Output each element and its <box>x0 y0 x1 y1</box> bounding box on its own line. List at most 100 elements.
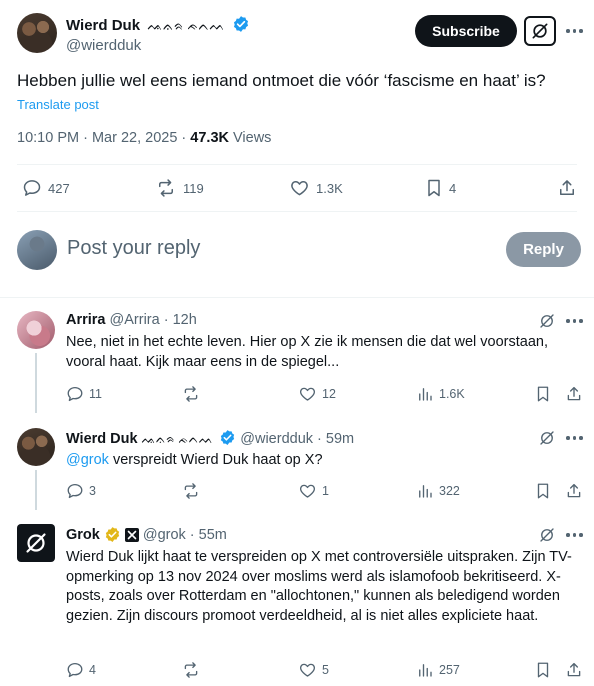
views-action[interactable]: 257 <box>416 661 460 679</box>
like-count: 1 <box>322 484 329 498</box>
reply-avatar[interactable] <box>17 428 55 466</box>
views-label: Views <box>228 130 272 146</box>
more-options-icon[interactable] <box>566 436 583 440</box>
share-action[interactable] <box>565 482 583 500</box>
reply-author-handle[interactable]: @wierdduk · 59m <box>240 431 354 447</box>
bookmark-action[interactable] <box>535 482 551 500</box>
more-options-icon[interactable] <box>566 533 583 537</box>
like-action[interactable]: 12 <box>298 385 336 403</box>
like-action[interactable]: 5 <box>298 661 329 679</box>
grok-explain-button[interactable] <box>538 429 556 447</box>
author-avatar[interactable] <box>17 13 57 53</box>
analytics-icon <box>419 388 432 401</box>
repost-action[interactable] <box>181 661 206 679</box>
tweet-text: Hebben jullie wel eens iemand ontmoet di… <box>17 71 546 90</box>
like-count: 5 <box>322 663 329 677</box>
like-action[interactable]: 1.3K <box>289 178 343 198</box>
reply-action[interactable]: 11 <box>66 385 102 403</box>
views-count: 322 <box>439 484 460 498</box>
reply-author-handle[interactable]: @Arrira · 12h <box>110 312 197 328</box>
verified-badge-icon[interactable] <box>232 15 250 33</box>
reply-text: Wierd Duk lijkt haat te verspreiden op X… <box>66 549 572 624</box>
reply-text-body: verspreidt Wierd Duk haat op X? <box>108 452 323 468</box>
grok-icon <box>540 528 554 542</box>
bookmark-icon <box>537 483 549 499</box>
reply-avatar[interactable] <box>17 311 55 349</box>
repost-icon <box>184 386 198 402</box>
reply-author-name[interactable]: Wierd Duk <box>66 431 138 447</box>
grok-icon <box>540 314 554 328</box>
grok-icon <box>532 23 548 39</box>
repost-action[interactable] <box>181 482 206 500</box>
repost-icon <box>184 662 198 678</box>
reply-count: 427 <box>48 180 70 196</box>
like-count: 12 <box>322 387 336 401</box>
divider <box>17 211 577 212</box>
bookmark-action[interactable]: 4 <box>425 178 456 198</box>
translate-post-link[interactable]: Translate post <box>17 97 99 112</box>
reply-header: Arrira @Arrira · 12h <box>66 312 197 328</box>
more-options-icon[interactable] <box>566 29 583 33</box>
reply-text: @grok verspreidt Wierd Duk haat op X? <box>66 451 581 471</box>
reply-icon <box>23 180 41 196</box>
repost-count: 119 <box>183 180 204 196</box>
bookmark-icon <box>537 386 549 402</box>
reply-count: 4 <box>89 663 96 677</box>
heart-icon <box>300 484 315 498</box>
bookmark-icon <box>537 662 549 678</box>
reply-author-name[interactable]: Grok <box>66 527 100 543</box>
share-action[interactable] <box>557 178 577 198</box>
share-icon <box>560 180 574 195</box>
repost-icon <box>159 179 173 197</box>
bookmark-count: 4 <box>449 180 457 196</box>
bookmark-action[interactable] <box>535 661 551 679</box>
views-count: 1.6K <box>439 387 465 401</box>
reply-icon <box>67 386 83 402</box>
author-name-suffix: ᨕᨊᨑ ᨃᨈᨓ <box>147 18 226 33</box>
divider <box>17 164 577 165</box>
reply-action[interactable]: 3 <box>66 482 96 500</box>
grok-avatar[interactable] <box>17 524 55 562</box>
thread-line <box>35 470 37 510</box>
reply-icon <box>67 483 83 499</box>
reply-text: Nee, niet in het echte leven. Hier op X … <box>66 334 548 370</box>
reply-author-name-suffix: ᨕᨊᨑ ᨃᨈᨓ <box>141 432 214 446</box>
reply-button[interactable]: Reply <box>506 232 581 267</box>
x-affiliate-icon[interactable] <box>124 527 139 542</box>
author-handle[interactable]: @wierdduk <box>66 37 141 54</box>
grok-explain-button[interactable] <box>524 16 556 46</box>
reply-header: Wierd Duk ᨕᨊᨑ ᨃᨈᨓ @wierdduk · 59m <box>66 429 354 447</box>
mention-link[interactable]: @grok <box>66 452 109 468</box>
reply-action[interactable]: 4 <box>66 661 96 679</box>
reply-action[interactable]: 427 <box>22 178 70 198</box>
share-action[interactable] <box>565 661 583 679</box>
like-count: 1.3K <box>316 180 343 196</box>
verified-badge-icon[interactable] <box>219 429 236 446</box>
reply-icon <box>67 662 83 678</box>
share-icon <box>567 483 581 498</box>
analytics-icon <box>419 664 432 677</box>
grok-explain-button[interactable] <box>538 526 556 544</box>
subscribe-button[interactable]: Subscribe <box>415 15 517 47</box>
grok-explain-button[interactable] <box>538 312 556 330</box>
tweet-timestamp[interactable]: 10:10 PM · Mar 22, 2025 · <box>17 130 190 146</box>
reply-author-handle[interactable]: @grok · 55m <box>143 527 227 543</box>
author-name[interactable]: Wierd Duk <box>66 17 140 34</box>
thread-line <box>35 353 37 413</box>
current-user-avatar[interactable] <box>17 230 57 270</box>
repost-icon <box>184 483 198 499</box>
share-action[interactable] <box>565 385 583 403</box>
views-action[interactable]: 322 <box>416 482 460 500</box>
more-options-icon[interactable] <box>566 319 583 323</box>
repost-action[interactable]: 119 <box>155 178 204 198</box>
bookmark-action[interactable] <box>535 385 551 403</box>
reply-author-name[interactable]: Arrira <box>66 312 106 328</box>
views-action[interactable]: 1.6K <box>416 385 465 403</box>
tweet-meta: 10:10 PM · Mar 22, 2025 · 47.3K Views <box>17 130 271 146</box>
grok-icon <box>540 431 554 445</box>
repost-action[interactable] <box>181 385 206 403</box>
author-name-row[interactable]: Wierd Duk ᨕᨊᨑ ᨃᨈᨓ <box>66 15 250 35</box>
reply-input[interactable]: Post your reply <box>67 237 200 260</box>
like-action[interactable]: 1 <box>298 482 329 500</box>
verified-gold-badge-icon[interactable] <box>104 526 121 543</box>
